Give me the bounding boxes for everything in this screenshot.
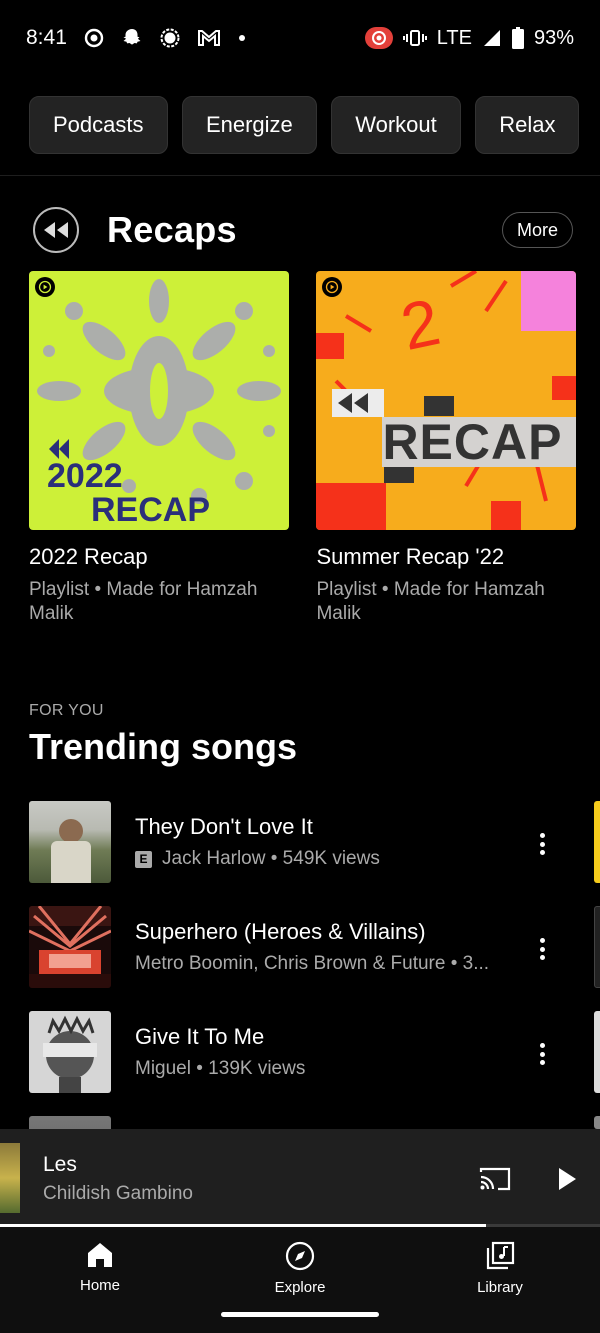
section-title-trending: Trending songs	[29, 726, 298, 767]
library-icon	[486, 1241, 515, 1270]
recap-card-subtitle: Playlist • Made for Hamzah Malik	[316, 579, 545, 624]
section-eyebrow: FOR YOU	[29, 702, 104, 719]
recap-2022-art-year: 2022	[47, 457, 123, 495]
song-row[interactable]: Superhero (Heroes & Villains) Metro Boom…	[29, 906, 579, 1011]
nav-explore[interactable]: Explore	[240, 1241, 360, 1296]
more-options-icon[interactable]	[529, 829, 555, 859]
song-thumbnail	[29, 906, 111, 988]
song-title: They Don't Love It	[135, 814, 313, 839]
recap-card-subtitle: Playlist • Made for Hamzah Malik	[29, 579, 258, 624]
more-options-icon[interactable]	[529, 1039, 555, 1069]
summer-recap-art-word: RECAP	[382, 414, 563, 470]
song-thumbnail	[29, 1011, 111, 1093]
recap-card-summer[interactable]: 2 RECAP Summer Recap '22 Playlist • Made…	[316, 271, 577, 626]
rewind-icon	[33, 207, 79, 253]
recaps-header: Recaps More	[33, 204, 573, 256]
chip-energize[interactable]: Energize	[181, 96, 317, 154]
trending-song-list: They Don't Love It E Jack Harlow • 549K …	[29, 801, 579, 1130]
chip-podcasts[interactable]: Podcasts	[29, 96, 168, 154]
recap-card-2022[interactable]: 2022 RECAP 2022 Recap Playlist • Made fo…	[29, 271, 289, 626]
network-type: LTE	[436, 26, 472, 49]
chips-divider	[0, 175, 600, 176]
explicit-badge: E	[135, 850, 152, 868]
snapchat-icon	[121, 27, 143, 49]
now-playing-artist: Childish Gambino	[43, 1183, 193, 1204]
gesture-home-bar[interactable]	[221, 1312, 379, 1317]
cast-icon[interactable]	[478, 1165, 512, 1193]
battery-percent: 93%	[533, 26, 574, 49]
song-row-partial[interactable]	[29, 1116, 579, 1130]
recap-2022-artwork: 2022 RECAP	[29, 271, 289, 530]
song-title: Give It To Me	[135, 1024, 265, 1049]
status-time: 8:41	[26, 26, 67, 49]
vibrate-icon	[402, 28, 427, 48]
now-playing-title: Les	[43, 1153, 77, 1176]
nav-explore-label: Explore	[274, 1279, 326, 1296]
more-options-icon[interactable]	[529, 934, 555, 964]
status-bar: 8:41 LTE 93%	[0, 0, 600, 76]
nav-home[interactable]: Home	[40, 1241, 160, 1294]
screen-record-icon	[364, 27, 393, 49]
battery-icon	[511, 27, 524, 49]
record-icon	[83, 27, 105, 49]
play-icon[interactable]	[554, 1165, 580, 1193]
more-button[interactable]: More	[501, 212, 573, 248]
now-playing-thumbnail	[0, 1143, 20, 1213]
chip-relax[interactable]: Relax	[475, 96, 580, 154]
nav-library-label: Library	[477, 1279, 523, 1296]
recap-card-title: 2022 Recap	[29, 544, 148, 569]
recap-card-title: Summer Recap '22	[316, 544, 505, 569]
bottom-nav: Home Explore Library	[0, 1227, 600, 1333]
song-artist-line: Metro Boomin, Chris Brown & Future • 3..…	[135, 953, 490, 974]
next-column-peek	[594, 1011, 600, 1093]
song-thumbnail	[29, 801, 111, 883]
section-title-recaps: Recaps	[107, 209, 237, 250]
signal-app-icon	[159, 27, 181, 49]
chip-workout[interactable]: Workout	[331, 96, 461, 154]
song-artist-line: Jack Harlow • 549K views	[162, 848, 380, 869]
gmail-icon	[197, 28, 221, 48]
dot-icon	[237, 33, 247, 43]
compass-icon	[285, 1241, 315, 1271]
nav-home-label: Home	[79, 1277, 120, 1294]
song-thumbnail	[29, 1116, 111, 1130]
playlist-badge-icon	[35, 277, 55, 297]
song-title: Superhero (Heroes & Villains)	[135, 919, 426, 944]
cell-signal-icon	[482, 28, 502, 48]
next-column-peek	[594, 906, 600, 988]
next-column-peek	[594, 1116, 600, 1129]
nav-library[interactable]: Library	[440, 1241, 560, 1296]
summer-recap-artwork: 2 RECAP	[316, 271, 577, 530]
recap-2022-art-word: RECAP	[91, 491, 211, 529]
mood-chips: Podcasts Energize Workout Relax	[0, 96, 600, 158]
song-row[interactable]: They Don't Love It E Jack Harlow • 549K …	[29, 801, 579, 906]
home-icon	[88, 1243, 112, 1267]
mini-player[interactable]: Les Childish Gambino	[0, 1129, 600, 1227]
next-column-peek	[594, 801, 600, 883]
recap-carousel: 2022 RECAP 2022 Recap Playlist • Made fo…	[29, 271, 600, 631]
song-artist-line: Miguel • 139K views	[135, 1058, 306, 1079]
song-row[interactable]: Give It To Me Miguel • 139K views	[29, 1011, 579, 1116]
